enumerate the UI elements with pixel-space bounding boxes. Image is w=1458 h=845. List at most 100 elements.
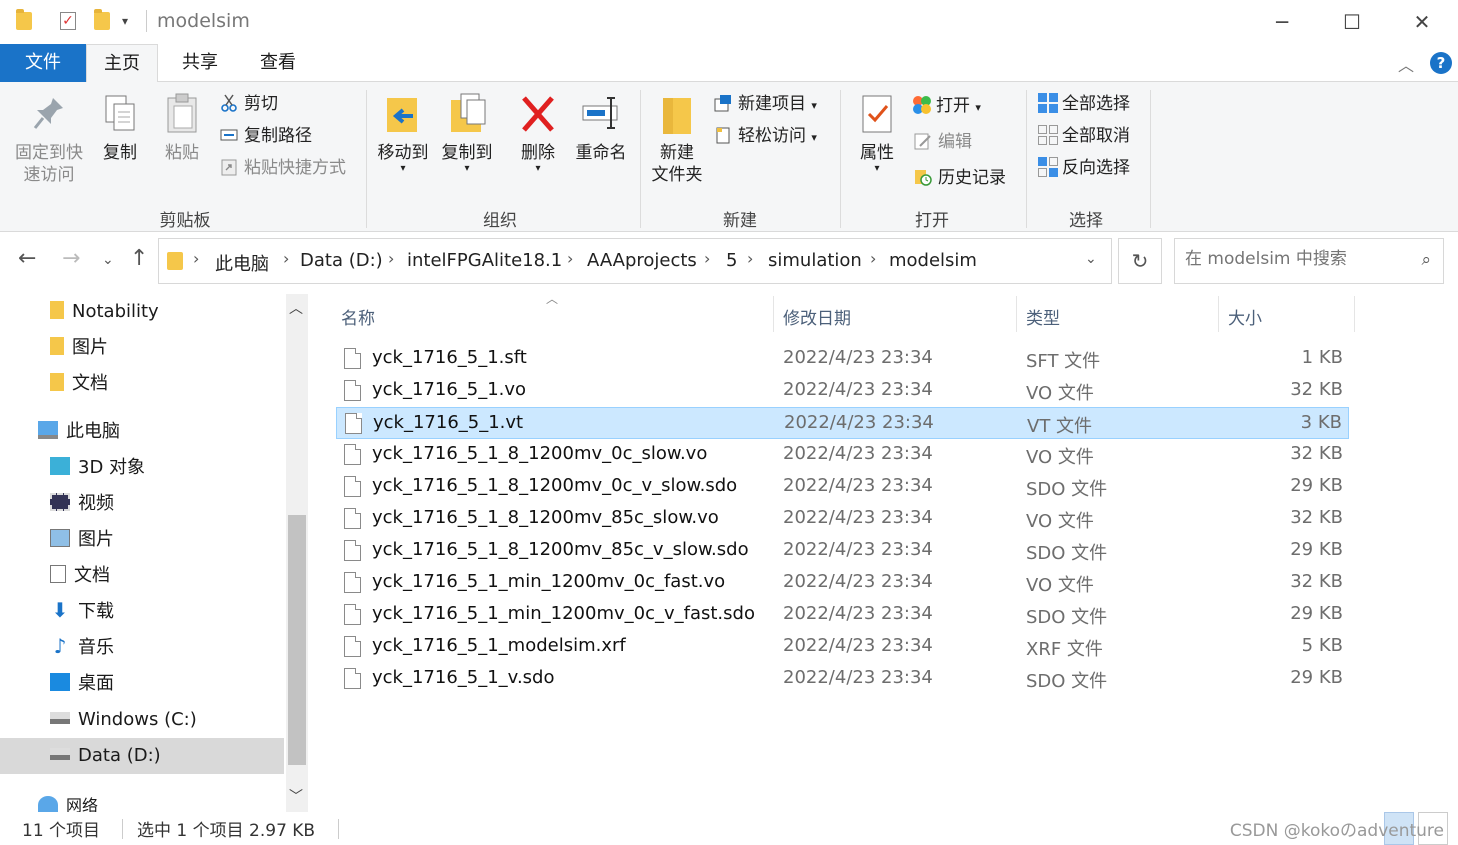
sidebar-item-drive-d[interactable]: Data (D:) [0,738,284,774]
chevron-right-icon[interactable]: › [704,249,710,268]
rename-button[interactable]: 重命名 [570,90,632,164]
properties-button[interactable]: 属性 ▾ [850,90,904,174]
search-input[interactable] [1183,248,1408,270]
sidebar-item-music[interactable]: ♪ 音乐 [50,630,114,666]
collapse-ribbon-icon[interactable]: ︿ [1398,52,1414,76]
help-icon[interactable]: ? [1430,52,1452,74]
chevron-right-icon[interactable]: › [870,249,876,268]
edit-button[interactable]: 编辑 [914,128,972,156]
chevron-right-icon[interactable]: › [567,249,573,268]
delete-button[interactable]: 删除 ▾ [512,90,564,174]
search-box[interactable]: ⌕ [1174,238,1444,284]
close-button[interactable]: ✕ [1387,0,1457,44]
breadcrumb-item[interactable]: intelFPGAlite18.1 [407,250,562,271]
group-divider [1150,90,1151,228]
copy-to-button[interactable]: 复制到 ▾ [436,90,498,174]
table-row[interactable]: yck_1716_5_1_8_1200mv_0c_slow.vo 2022/4/2… [336,439,1349,471]
tab-view[interactable]: 查看 [240,44,316,82]
breadcrumb-item[interactable]: modelsim [889,250,977,271]
table-row[interactable]: yck_1716_5_1.vo 2022/4/23 23:34 VO 文件 32 KB [336,375,1349,407]
table-row[interactable]: yck_1716_5_1_8_1200mv_85c_slow.vo 2022/4/… [336,503,1349,535]
new-item-button[interactable]: 新建项目 ▾ [714,90,817,118]
address-bar[interactable]: › 此电脑 › Data (D:) › intelFPGAlite18.1 › … [158,238,1112,284]
paste-shortcut-button[interactable]: 粘贴快捷方式 [220,154,346,182]
breadcrumb-item[interactable]: AAAprojects [587,250,697,271]
chevron-right-icon[interactable]: › [747,249,753,268]
column-header-size[interactable]: 大小 [1228,304,1262,329]
column-header-type[interactable]: 类型 [1026,304,1060,329]
search-icon[interactable]: ⌕ [1421,250,1431,270]
table-row[interactable]: yck_1716_5_1_modelsim.xrf 2022/4/23 23:34… [336,631,1349,663]
breadcrumb-item[interactable]: 此电脑 [215,250,269,276]
sidebar-item-documents[interactable]: 文档 [50,558,110,594]
desktop-icon [50,673,70,691]
minimize-button[interactable]: ─ [1247,0,1317,44]
table-row[interactable]: yck_1716_5_1.sft 2022/4/23 23:34 SFT 文件 1 K… [336,343,1349,375]
quick-access-dropdown-icon[interactable]: ▾ [122,14,128,28]
file-icon [344,380,361,401]
sidebar-item-3d-objects[interactable]: 3D 对象 [50,450,145,486]
breadcrumb-item[interactable]: Data (D:) [300,250,383,271]
chevron-right-icon[interactable]: › [193,249,199,268]
chevron-right-icon[interactable]: › [283,249,289,268]
open-button[interactable]: 打开 ▾ [912,92,981,120]
breadcrumb-item[interactable]: simulation [768,250,862,271]
table-row[interactable]: yck_1716_5_1_8_1200mv_85c_v_slow.sdo 2022… [336,535,1349,567]
sidebar-item-videos[interactable]: 视频 [50,486,114,522]
sidebar-item-this-pc[interactable]: 此电脑 [38,414,120,450]
new-folder-button[interactable]: 新建 文件夹 [646,90,708,186]
table-row-selected[interactable]: yck_1716_5_1.vt 2022/4/23 23:34 VT 文件 3 KB [336,407,1349,439]
sidebar-item-drive-c[interactable]: Windows (C:) [50,702,197,738]
column-header-name[interactable]: 名称 [341,304,375,329]
properties-quick-icon[interactable]: ✓ [60,12,76,30]
up-icon[interactable]: ↑ [130,246,148,271]
select-all-button[interactable]: 全部选择 [1038,90,1130,118]
file-name: yck_1716_5_1_8_1200mv_85c_slow.vo [372,507,719,528]
table-row[interactable]: yck_1716_5_1_min_1200mv_0c_v_fast.sdo 202… [336,599,1349,631]
breadcrumb-item[interactable]: 5 [726,250,737,271]
file-icon [344,476,361,497]
history-button[interactable]: 历史记录 [914,164,1006,192]
copy-path-button[interactable]: 复制路径 [220,122,312,150]
sidebar-item-pictures-quick[interactable]: 图片 [50,330,108,366]
tab-file[interactable]: 文件 [0,44,86,82]
refresh-button[interactable]: ↻ [1118,238,1162,284]
paste-icon [162,92,202,136]
address-dropdown-icon[interactable]: ⌄ [1085,251,1097,267]
recent-locations-icon[interactable]: ⌄ [102,252,114,268]
maximize-button[interactable]: ☐ [1317,0,1387,44]
sidebar-item-notability[interactable]: Notability [50,294,159,330]
scroll-down-icon[interactable]: ﹀ [289,786,303,806]
cut-button[interactable]: 剪切 [220,90,278,118]
sidebar-scroll-thumb[interactable] [288,515,306,765]
move-to-button[interactable]: 移动到 ▾ [372,90,434,174]
column-divider[interactable] [1218,296,1219,332]
network-icon [38,795,58,814]
paste-button[interactable]: 粘贴 [156,90,208,164]
sidebar-item-downloads[interactable]: ⬇ 下载 [50,594,114,630]
forward-icon[interactable]: → [62,246,80,271]
sidebar-item-pictures[interactable]: 图片 [50,522,114,558]
select-none-button[interactable]: 全部取消 [1038,122,1130,150]
sidebar-item-desktop[interactable]: 桌面 [50,666,114,702]
file-list: ︿ 名称 修改日期 类型 大小 yck_1716_5_1.sft 2022/4/2… [310,292,1458,812]
sidebar-item-documents-quick[interactable]: 文档 [50,366,108,402]
column-divider[interactable] [1354,296,1355,332]
invert-selection-button[interactable]: 反向选择 [1038,154,1130,182]
table-row[interactable]: yck_1716_5_1_min_1200mv_0c_fast.vo 2022/4… [336,567,1349,599]
table-row[interactable]: yck_1716_5_1_v.sdo 2022/4/23 23:34 SDO 文件 2… [336,663,1349,695]
file-name: yck_1716_5_1.vt [373,412,524,433]
column-divider[interactable] [1016,296,1017,332]
pin-quick-access-button[interactable]: 固定到快 速访问 [10,90,88,186]
chevron-right-icon[interactable]: › [388,249,394,268]
back-icon[interactable]: ← [18,246,36,271]
scroll-up-icon[interactable]: ︿ [289,298,303,318]
tab-home[interactable]: 主页 [86,44,158,83]
easy-access-button[interactable]: 轻松访问 ▾ [714,122,817,150]
new-folder-quick-icon[interactable] [94,9,110,30]
copy-button[interactable]: 复制 [94,90,146,164]
column-header-date[interactable]: 修改日期 [783,304,851,329]
tab-share[interactable]: 共享 [162,44,238,82]
column-divider[interactable] [773,296,774,332]
table-row[interactable]: yck_1716_5_1_8_1200mv_0c_v_slow.sdo 2022/… [336,471,1349,503]
